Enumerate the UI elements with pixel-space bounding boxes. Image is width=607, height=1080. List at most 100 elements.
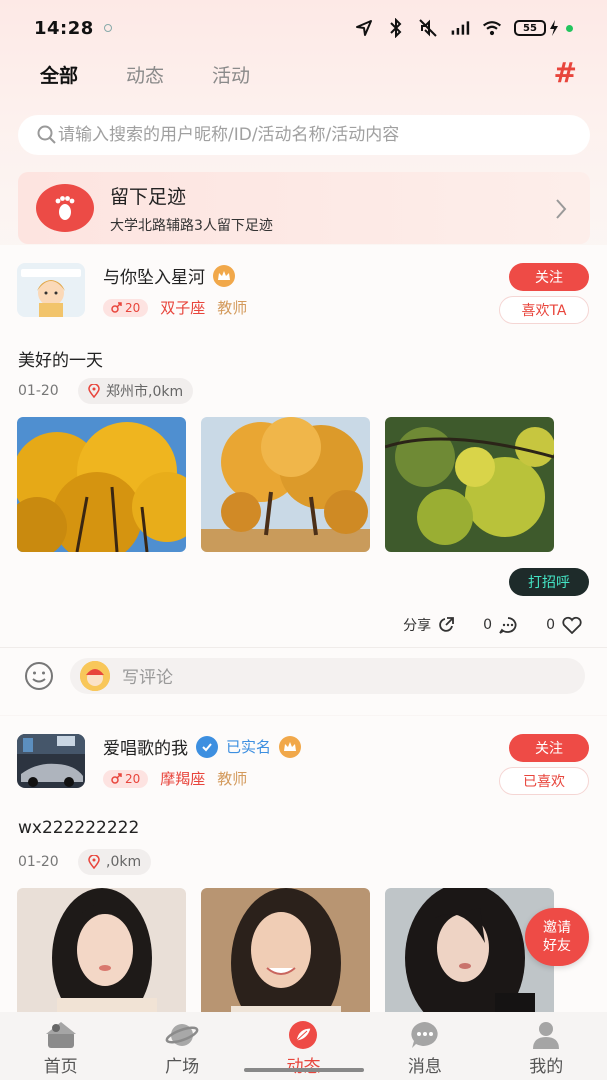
hashtag-icon[interactable]: #: [554, 56, 577, 89]
feather-icon: [289, 1021, 318, 1049]
chevron-right-icon: [556, 199, 567, 219]
share-icon: [439, 617, 455, 632]
location-text: 郑州市,0km: [106, 384, 184, 400]
search-input[interactable]: [58, 125, 558, 145]
nav-profile-label: 我的: [529, 1057, 564, 1077]
age-text: 20: [125, 771, 141, 786]
nav-moments-label: 动态: [286, 1057, 321, 1077]
search-icon: [37, 125, 56, 144]
like-count-button[interactable]: 0: [546, 616, 583, 634]
zodiac-label: 摩羯座: [160, 770, 206, 788]
location-tag[interactable]: ,0km: [78, 849, 152, 875]
heart-icon: [562, 616, 582, 634]
post-date: 01-20: [18, 383, 59, 399]
comment-icon: [499, 617, 517, 634]
charging-icon: [550, 20, 558, 36]
gender-age-badge: 20: [103, 769, 149, 788]
tab-all[interactable]: 全部: [40, 61, 78, 88]
crown-icon: [279, 735, 302, 758]
post-photo[interactable]: [385, 417, 554, 552]
liked-button[interactable]: 已喜欢: [499, 767, 589, 795]
invite-friends-button[interactable]: 邀请 好友: [525, 908, 589, 966]
signal-icon: [450, 18, 470, 38]
verified-icon: [196, 735, 218, 758]
username[interactable]: 与你坠入星河: [103, 263, 235, 288]
share-button[interactable]: 分享: [403, 615, 455, 635]
post-photos: [17, 888, 554, 1023]
recording-dot-icon: [566, 24, 573, 32]
post-date: 01-20: [18, 854, 59, 870]
male-icon: [111, 773, 122, 784]
nav-square-label: 广场: [165, 1057, 200, 1077]
comment-input[interactable]: 写评论: [70, 657, 585, 694]
home-icon: [45, 1022, 76, 1048]
job-label: 教师: [217, 299, 248, 317]
post-content: 美好的一天: [18, 351, 103, 371]
battery-icon: 55: [514, 20, 573, 36]
nav-home[interactable]: 首页: [16, 1020, 106, 1077]
user-meta: 20 摩羯座 教师: [103, 768, 247, 789]
post-photo[interactable]: [17, 888, 186, 1023]
say-hi-button[interactable]: 打招呼: [509, 568, 589, 596]
nav-home-label: 首页: [43, 1057, 78, 1077]
avatar[interactable]: [17, 263, 85, 317]
post-photo[interactable]: [17, 417, 186, 552]
post-photo[interactable]: [201, 888, 370, 1023]
footprint-banner[interactable]: 留下足迹 大学北路辅路3人留下足迹: [18, 172, 590, 244]
follow-button[interactable]: 关注: [509, 734, 589, 762]
post-photo[interactable]: [385, 888, 554, 1023]
post-actions: 分享 0 0: [403, 615, 583, 635]
username-text: 与你坠入星河: [103, 268, 205, 288]
comment-bar: 写评论: [0, 647, 607, 703]
footprint-subtitle: 大学北路辅路3人留下足迹: [110, 217, 273, 234]
verified-label: 已实名: [226, 738, 272, 756]
tab-moments[interactable]: 动态: [126, 61, 164, 88]
wifi-icon: [482, 18, 502, 38]
my-avatar: [80, 660, 110, 691]
avatar[interactable]: [17, 734, 85, 788]
zodiac-label: 双子座: [160, 299, 206, 317]
message-icon: [411, 1022, 438, 1048]
planet-icon: [165, 1024, 199, 1046]
username-text: 爱唱歌的我: [103, 739, 188, 759]
home-indicator: [244, 1068, 364, 1072]
follow-button[interactable]: 关注: [509, 263, 589, 291]
post-card: 爱唱歌的我 已实名 20 摩羯座 教师 关注 已喜欢 wx222222222 0…: [0, 716, 607, 1023]
user-meta: 20 双子座 教师: [103, 297, 247, 318]
footprint-title: 留下足迹: [110, 185, 187, 208]
location-tag[interactable]: 郑州市,0km: [78, 378, 194, 404]
invite-line2: 好友: [543, 938, 571, 954]
post-photos: [17, 417, 554, 552]
job-label: 教师: [217, 770, 248, 788]
like-count: 0: [546, 617, 555, 633]
nav-square[interactable]: 广场: [137, 1020, 227, 1077]
username[interactable]: 爱唱歌的我 已实名: [103, 734, 302, 759]
status-time: 14:28: [34, 17, 94, 39]
post-card: 与你坠入星河 20 双子座 教师 关注 喜欢TA 美好的一天 01-20 郑州市…: [0, 245, 607, 715]
share-label: 分享: [403, 618, 432, 634]
tab-activities[interactable]: 活动: [212, 61, 250, 88]
like-ta-button[interactable]: 喜欢TA: [499, 296, 589, 324]
nav-profile[interactable]: 我的: [501, 1020, 591, 1077]
comment-placeholder: 写评论: [122, 668, 173, 688]
post-photo[interactable]: [201, 417, 370, 552]
comment-count: 0: [483, 617, 493, 633]
bluetooth-icon: [386, 18, 406, 38]
status-bar: 14:28 55: [0, 0, 607, 56]
location-pin-icon: [88, 384, 100, 398]
emoji-icon[interactable]: [24, 661, 54, 691]
crown-icon: [213, 264, 235, 287]
comment-count-button[interactable]: 0: [483, 616, 518, 634]
search-bar[interactable]: [18, 115, 590, 155]
mute-icon: [418, 18, 438, 38]
profile-icon: [533, 1022, 560, 1049]
battery-level: 55: [514, 20, 546, 36]
nav-messages[interactable]: 消息: [380, 1020, 470, 1077]
gender-age-badge: 20: [103, 298, 149, 317]
invite-line1: 邀请: [543, 920, 571, 936]
location-text: ,0km: [106, 854, 142, 870]
top-tabs: 全部 动态 活动 #: [0, 56, 607, 92]
location-arrow-icon: [354, 18, 374, 38]
footprint-icon: [36, 184, 94, 232]
shield-icon: [103, 24, 112, 32]
